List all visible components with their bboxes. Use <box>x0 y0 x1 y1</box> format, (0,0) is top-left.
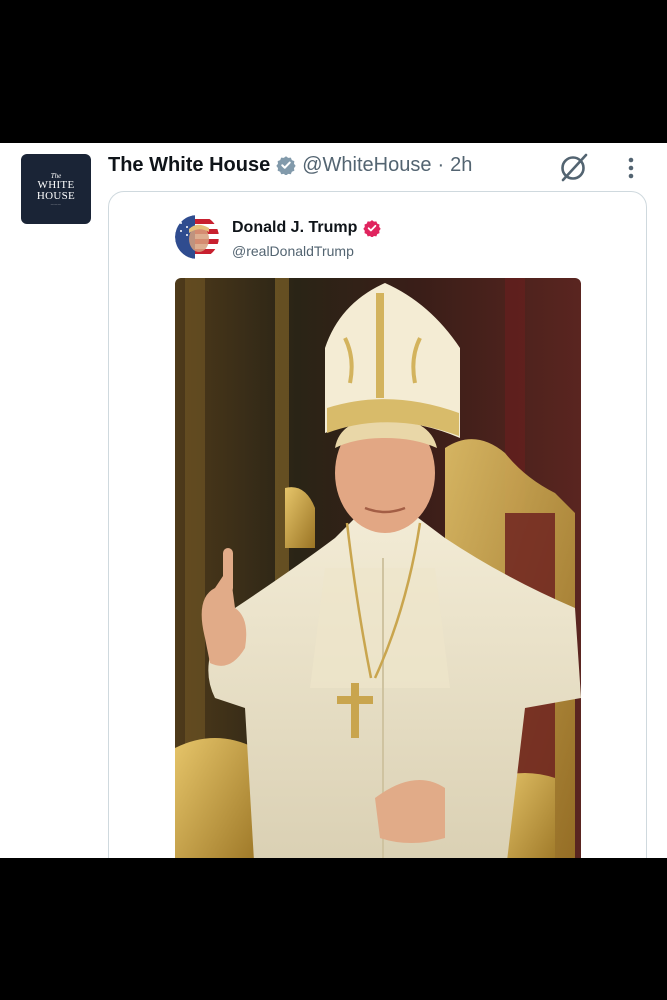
author-display-name[interactable]: The White House <box>108 154 270 177</box>
avatar-logo-tagline: ——— <box>50 201 62 206</box>
avatar-logo-line2: HOUSE <box>36 189 76 202</box>
post-image[interactable] <box>175 278 581 878</box>
quoted-author-row: Donald J. Trump <box>232 219 382 237</box>
quoted-author-name[interactable]: Donald J. Trump <box>232 219 357 237</box>
tweet-container[interactable]: The WHITE HOUSE ——— The White House @Whi… <box>0 143 667 913</box>
tweet-timestamp[interactable]: 2h <box>450 154 472 177</box>
quoted-post-card[interactable]: Donald J. Trump @realDonaldTrump <box>108 191 647 913</box>
separator-dot: · <box>437 153 445 176</box>
more-options-icon[interactable] <box>620 151 642 183</box>
avatar-logo-line1: WHITE <box>37 178 75 191</box>
pink-verified-badge-icon <box>363 220 382 237</box>
white-house-avatar[interactable]: The WHITE HOUSE ——— <box>21 154 91 224</box>
quoted-author-handle[interactable]: @realDonaldTrump <box>232 243 354 259</box>
author-handle[interactable]: @WhiteHouse <box>302 154 431 177</box>
quoted-author-avatar[interactable] <box>175 215 219 259</box>
grok-icon[interactable] <box>557 151 591 183</box>
gray-verified-badge-icon <box>276 156 296 175</box>
top-letterbox <box>0 0 667 143</box>
bottom-letterbox <box>0 858 667 1000</box>
tweet-header: The White House @WhiteHouse · 2h <box>108 153 472 177</box>
